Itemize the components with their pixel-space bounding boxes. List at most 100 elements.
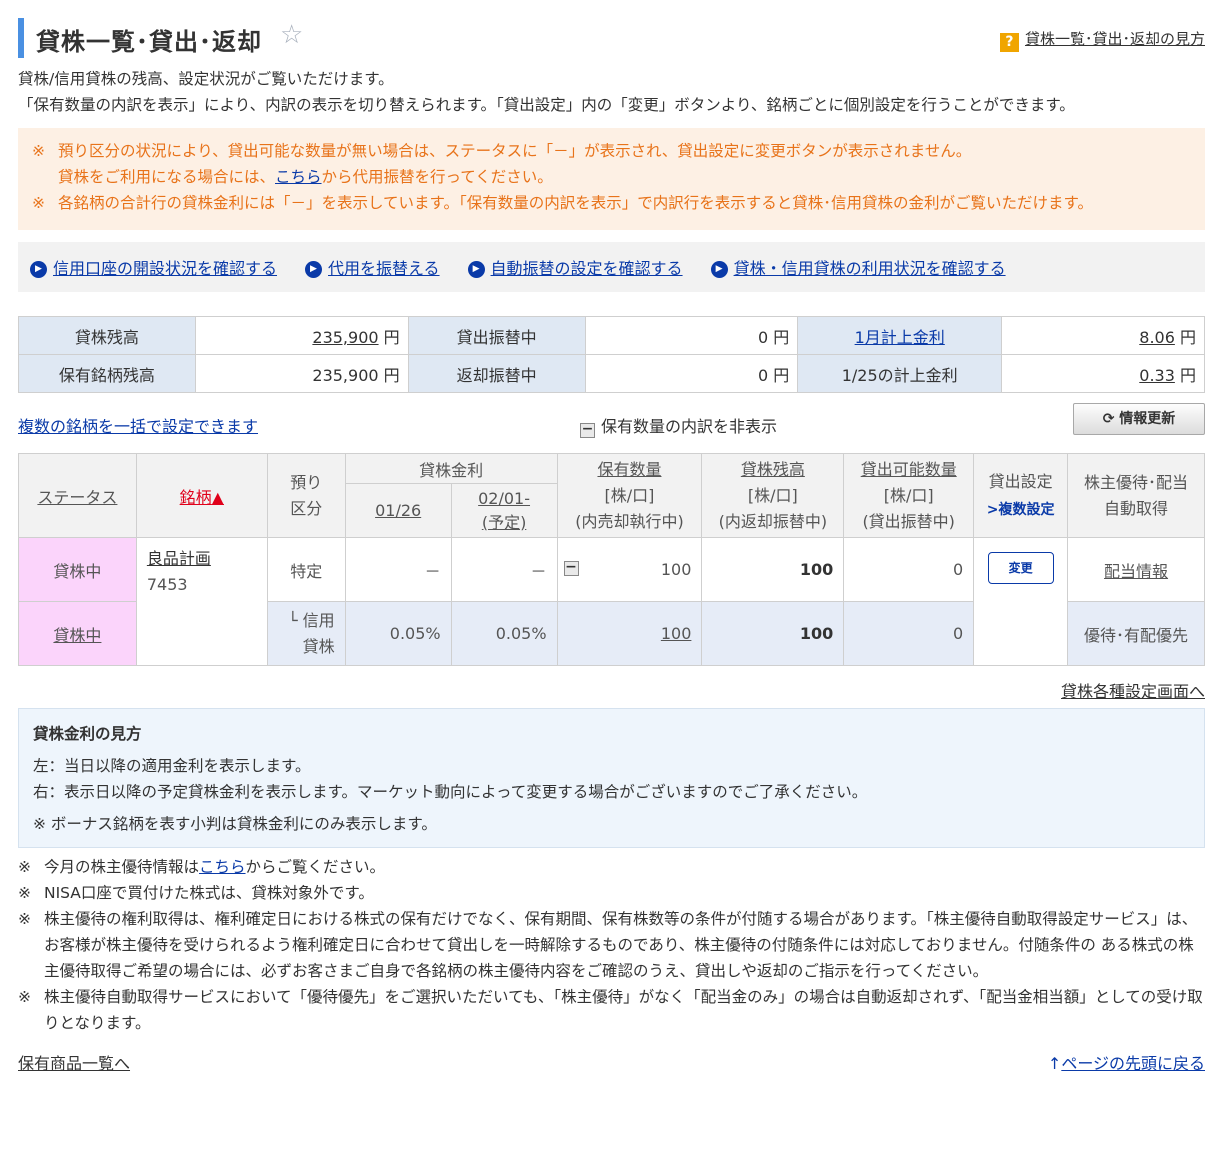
- sort-kano-link[interactable]: 貸出可能数量: [861, 460, 957, 479]
- row2-hoyu: 100: [556, 601, 703, 666]
- col-kinri-date1[interactable]: 01/26: [344, 483, 452, 538]
- unit-yen: 円: [773, 365, 790, 385]
- sort-hoyu-link[interactable]: 保有数量: [597, 460, 661, 479]
- bulk-setting-link[interactable]: 複数の銘柄を一括で設定できます: [18, 413, 258, 437]
- row1-settei: 変更: [973, 537, 1069, 666]
- col-kano[interactable]: 貸出可能数量 [株/口] (貸出振替中): [843, 453, 975, 538]
- change-button[interactable]: 変更: [987, 552, 1054, 584]
- holdings-list-link[interactable]: 保有商品一覧へ: [18, 1050, 130, 1074]
- fukusu-settei-link[interactable]: >複数設定: [975, 496, 1066, 524]
- dividend-info-link[interactable]: 配当情報: [1104, 562, 1168, 581]
- quick-link-label[interactable]: 自動振替の設定を確認する: [491, 259, 683, 278]
- notice-line-2: 貸株をご利用になる場合には、こちらから代用振替を行ってください。: [58, 164, 553, 190]
- sort-date2-link[interactable]: 02/01- (予定): [478, 489, 530, 532]
- page-footer: 保有商品一覧へ ↑ページの先頭に戻る: [18, 1050, 1205, 1076]
- yutai-info-link[interactable]: こちら: [199, 858, 246, 876]
- hoyu-unit: [株/口]: [604, 485, 655, 505]
- note-mark: ※: [18, 884, 31, 902]
- monthly-interest-value-link[interactable]: 8.06: [1139, 328, 1175, 347]
- unit-yen: 円: [383, 365, 400, 385]
- row2-azukari: └ 信用 貸株: [266, 601, 346, 666]
- row1-azukari: 特定: [266, 537, 346, 602]
- page: 貸株一覧･貸出･返却 ☆ ? 貸株一覧･貸出･返却の見方 貸株/信用貸株の残高、設…: [18, 0, 1205, 1076]
- row-collapse-minus-icon[interactable]: −: [563, 560, 579, 576]
- note-mark: ※: [18, 988, 31, 1006]
- col-kinri-date2[interactable]: 02/01- (予定): [450, 483, 558, 538]
- row1-rate2: －: [450, 537, 558, 602]
- notice-indent: [32, 164, 58, 190]
- note-mark: ※: [18, 858, 31, 876]
- notice-daiyou-link[interactable]: こちら: [275, 168, 322, 186]
- settei-label: 貸出設定: [988, 471, 1053, 491]
- interest-info-box: 貸株金利の見方 左：当日以降の適用金利を表示します。 右：表示日以降の予定貸株金…: [18, 708, 1205, 848]
- note-row-1: ※ 今月の株主優待情報はこちらからご覧ください。: [18, 854, 1205, 880]
- table-header-row-1: ステータス 銘柄▲ 預り 区分 貸株金利 保有数量 [株/口] (内売却執行中) 貸株…: [18, 453, 1205, 538]
- date2-note: (予定): [481, 512, 527, 532]
- sort-meigara-link[interactable]: 銘柄▲: [180, 488, 224, 507]
- note-3: 株主優待の権利取得は、権利確定日における株式の保有だけでなく、保有期間、保有株数…: [44, 910, 1198, 980]
- play-circle-icon: ▶: [710, 261, 728, 278]
- sort-zandaka-link[interactable]: 貸株残高: [741, 460, 805, 479]
- col-status[interactable]: ステータス: [18, 453, 137, 538]
- unit-yen: 円: [1179, 327, 1196, 347]
- summary-value-monthly-interest: 8.06 円: [1001, 316, 1205, 355]
- daily-interest-value-link[interactable]: 0.33: [1139, 366, 1175, 385]
- quick-link-label[interactable]: 信用口座の開設状況を確認する: [53, 259, 277, 278]
- fukusu-label[interactable]: 複数設定: [998, 502, 1054, 518]
- row1-rate1: －: [344, 537, 452, 602]
- summary-value-daily-interest: 0.33 円: [1001, 354, 1205, 393]
- title-accent-bar: [18, 18, 24, 58]
- sort-status-link[interactable]: ステータス: [37, 488, 117, 507]
- monthly-interest-link[interactable]: 1月計上金利: [855, 328, 945, 347]
- intro-line-2: 「保有数量の内訳を表示」により、内訳の表示を切り替えられます。「貸出設定」内の「…: [18, 96, 1075, 114]
- row2-hoyu-link[interactable]: 100: [661, 624, 692, 643]
- quick-link-label[interactable]: 代用を振替える: [328, 259, 440, 278]
- col-hoyu[interactable]: 保有数量 [株/口] (内売却執行中): [556, 453, 703, 538]
- row2-rate2: 0.05%: [450, 601, 558, 666]
- zandaka-note: (内返却振替中): [718, 511, 828, 531]
- back-to-top-area[interactable]: ↑ページの先頭に戻る: [1048, 1050, 1205, 1074]
- col-meigara[interactable]: 銘柄▲: [135, 453, 268, 538]
- settings-page-link[interactable]: 貸株各種設定画面へ: [1061, 682, 1205, 701]
- kano-unit: [株/口]: [883, 485, 934, 505]
- azukari-label-2: 区分: [290, 498, 323, 518]
- note-2: NISA口座で買付けた株式は、貸株対象外です。: [44, 884, 374, 902]
- zandaka-unit: [株/口]: [747, 485, 798, 505]
- page-title: 貸株一覧･貸出･返却: [36, 28, 262, 56]
- row2-status-link[interactable]: 貸株中: [53, 626, 101, 645]
- holdings-table: ステータス 銘柄▲ 預り 区分 貸株金利 保有数量 [株/口] (内売却執行中) 貸株…: [18, 453, 1205, 666]
- summary-row-1: 貸株残高 235,900 円 貸出振替中 0 円 1月計上金利 8.06 円: [18, 316, 1205, 355]
- breakdown-toggle[interactable]: − 保有数量の内訳を非表示: [580, 413, 777, 438]
- stock-name-link[interactable]: 良品計画: [147, 549, 211, 568]
- quick-link-transfer[interactable]: ▶ 代用を振替える: [305, 255, 440, 279]
- quick-link-auto-transfer[interactable]: ▶ 自動振替の設定を確認する: [467, 255, 683, 279]
- breakdown-toggle-label[interactable]: 保有数量の内訳を非表示: [601, 417, 777, 436]
- favorite-star-icon[interactable]: ☆: [280, 20, 303, 50]
- unit-yen: 円: [1179, 365, 1196, 385]
- help-link-area[interactable]: ? 貸株一覧･貸出･返却の見方: [999, 28, 1205, 52]
- help-link[interactable]: 貸株一覧･貸出･返却の見方: [1025, 30, 1205, 48]
- col-zandaka[interactable]: 貸株残高 [株/口] (内返却振替中): [701, 453, 845, 538]
- quick-link-usage-status[interactable]: ▶ 貸株・信用貸株の利用状況を確認する: [710, 255, 1006, 279]
- yutai-label-2: 自動取得: [1104, 498, 1169, 518]
- note-row-3: ※ 株主優待の権利取得は、権利確定日における株式の保有だけでなく、保有期間、保有…: [18, 906, 1205, 984]
- meigara-label: 銘柄: [179, 487, 212, 507]
- col-settei: 貸出設定 >複数設定: [973, 453, 1069, 538]
- refresh-button[interactable]: ⟳ 情報更新: [1073, 403, 1205, 435]
- sort-asc-icon: ▲: [211, 487, 224, 507]
- stock-code: 7453: [146, 575, 188, 594]
- sort-date1-link[interactable]: 01/26: [375, 501, 421, 520]
- row2-kano: 0: [843, 601, 975, 666]
- notice-line-2-pre: 貸株をご利用になる場合には、: [58, 168, 276, 186]
- summary-value-kashikabu-zandaka: 235,900 円: [194, 316, 409, 355]
- back-to-top-link[interactable]: ページの先頭に戻る: [1061, 1054, 1205, 1073]
- quick-link-margin-account[interactable]: ▶ 信用口座の開設状況を確認する: [30, 255, 277, 279]
- collapse-minus-icon[interactable]: −: [580, 422, 595, 438]
- notice-line-1: 預り区分の状況により、貸出可能な数量が無い場合は、ステータスに「－」が表示され、…: [58, 142, 972, 160]
- quick-links-bar: ▶ 信用口座の開設状況を確認する ▶ 代用を振替える ▶ 自動振替の設定を確認する ▶…: [18, 242, 1205, 292]
- kashikabu-zandaka-link[interactable]: 235,900: [312, 328, 378, 347]
- quick-link-label[interactable]: 貸株・信用貸株の利用状況を確認する: [734, 259, 1006, 278]
- chevron-right-icon: >: [986, 501, 999, 518]
- row2-status: 貸株中: [18, 601, 137, 666]
- notice-line-3: 各銘柄の合計行の貸株金利には「－」を表示しています。「保有数量の内訳を表示」で内…: [58, 194, 1093, 212]
